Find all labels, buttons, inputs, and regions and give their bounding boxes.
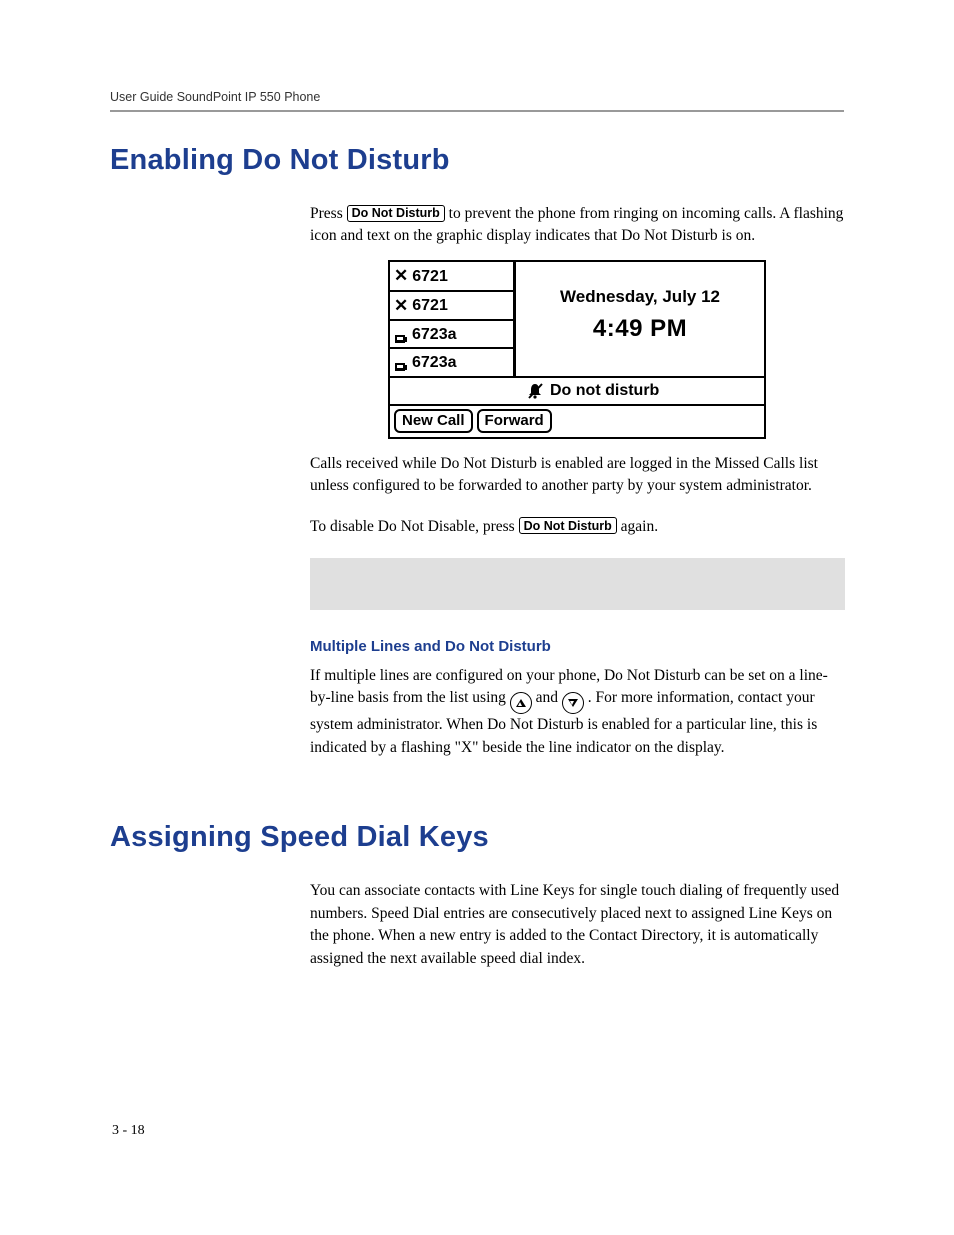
dnd-disable-paragraph: To disable Do Not Disable, press Do Not … <box>310 516 844 538</box>
lcd-dnd-text: Do not disturb <box>550 379 659 402</box>
phone-icon <box>394 357 408 369</box>
do-not-disturb-key-icon: Do Not Disturb <box>519 517 617 534</box>
phone-lcd-illustration: ✕ 6721 ✕ 6721 6723a <box>388 260 766 439</box>
bell-slash-icon <box>526 382 544 400</box>
subsection-heading-multiple-lines: Multiple Lines and Do Not Disturb <box>310 638 844 655</box>
note-placeholder-block <box>310 558 845 610</box>
text-fragment: Press <box>310 205 347 222</box>
text-fragment: again. <box>621 518 658 535</box>
header-rule <box>110 110 844 112</box>
lcd-dnd-status-row: Do not disturb <box>390 376 764 406</box>
nav-up-icon <box>510 692 532 714</box>
text-fragment: and <box>536 689 562 706</box>
softkey-new-call: New Call <box>394 409 473 433</box>
multiple-lines-paragraph: If multiple lines are configured on your… <box>310 665 844 759</box>
lcd-line-1: ✕ 6721 <box>390 262 513 292</box>
phone-icon <box>394 329 408 341</box>
lcd-line-2: ✕ 6721 <box>390 292 513 322</box>
text-fragment: To disable Do Not Disable, press <box>310 518 519 535</box>
lcd-time: 4:49 PM <box>593 312 687 347</box>
line-extension: 6723a <box>412 323 457 346</box>
line-extension: 6723a <box>412 351 457 374</box>
nav-down-icon <box>562 692 584 714</box>
running-header: User Guide SoundPoint IP 550 Phone <box>110 90 844 104</box>
do-not-disturb-key-icon: Do Not Disturb <box>347 205 445 222</box>
lcd-main-area: Wednesday, July 12 4:49 PM <box>516 262 764 376</box>
softkey-forward: Forward <box>477 409 552 433</box>
dnd-missed-calls-paragraph: Calls received while Do Not Disturb is e… <box>310 453 844 498</box>
lcd-line-4: 6723a <box>390 349 513 375</box>
lcd-line-3: 6723a <box>390 321 513 349</box>
lcd-line-keys-column: ✕ 6721 ✕ 6721 6723a <box>390 262 516 376</box>
line-extension: 6721 <box>412 265 448 288</box>
section-heading-dnd: Enabling Do Not Disturb <box>110 144 844 177</box>
section-heading-speed-dial: Assigning Speed Dial Keys <box>110 821 844 854</box>
page-number: 3 - 18 <box>112 1123 145 1139</box>
x-icon: ✕ <box>394 264 408 289</box>
lcd-softkey-row: New Call Forward <box>390 406 764 437</box>
x-icon: ✕ <box>394 294 408 319</box>
line-extension: 6721 <box>412 294 448 317</box>
lcd-date: Wednesday, July 12 <box>560 285 720 310</box>
speed-dial-intro-paragraph: You can associate contacts with Line Key… <box>310 880 844 970</box>
dnd-intro-paragraph: Press Do Not Disturb to prevent the phon… <box>310 203 844 248</box>
